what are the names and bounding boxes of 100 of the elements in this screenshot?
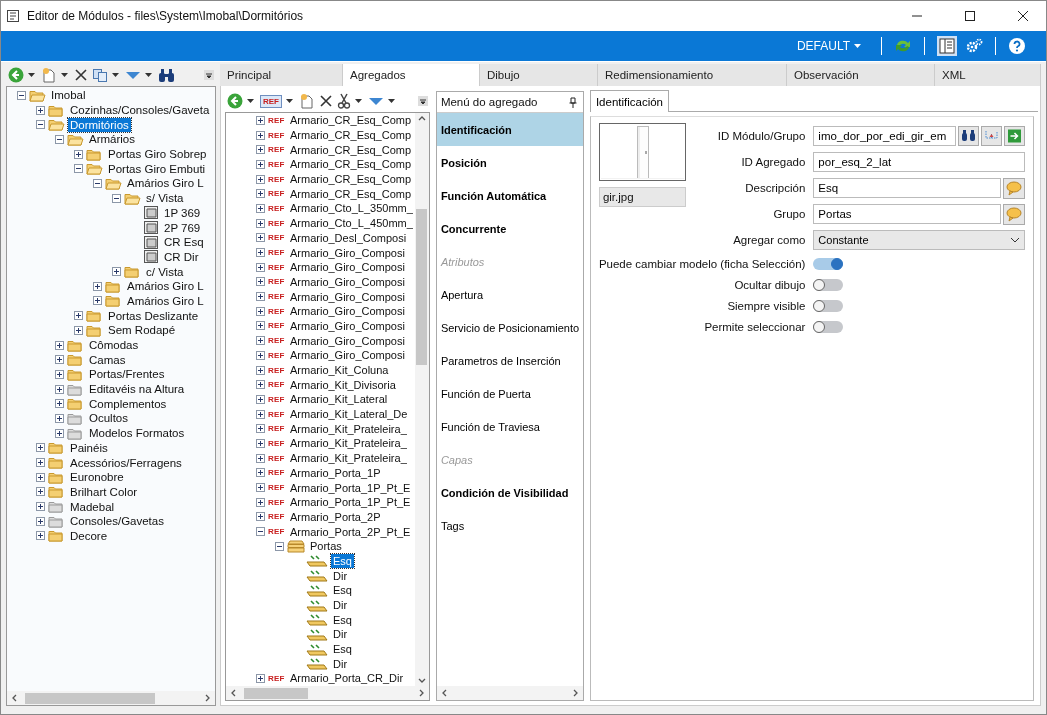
caret-icon[interactable] bbox=[355, 99, 362, 103]
expand-toggle[interactable] bbox=[256, 248, 265, 258]
menu-item[interactable]: Condición de Visibilidad bbox=[436, 476, 583, 509]
tree-item[interactable]: Sem Rodapé bbox=[106, 323, 178, 338]
collapse-toggle[interactable] bbox=[17, 90, 26, 100]
expand-toggle[interactable] bbox=[256, 306, 265, 316]
tree-item[interactable]: Armario_Porta_1P_Pt_E bbox=[288, 480, 413, 495]
tree-item[interactable]: Dir bbox=[331, 656, 350, 671]
tree-item[interactable]: 1P 369 bbox=[162, 205, 203, 220]
toggle-switch[interactable] bbox=[813, 299, 844, 312]
tree-item[interactable]: Armario_Giro_Composi bbox=[288, 304, 407, 319]
speech-bubble-icon[interactable] bbox=[1003, 203, 1026, 225]
expand-toggle[interactable] bbox=[256, 468, 265, 478]
overflow-icon[interactable] bbox=[417, 96, 428, 106]
tree-item[interactable]: Esq bbox=[331, 583, 354, 598]
tree-item[interactable]: Armario_Desl_Composi bbox=[288, 230, 409, 245]
toggle-switch[interactable] bbox=[813, 257, 844, 270]
menu-item[interactable]: Función Automática bbox=[436, 179, 583, 212]
caret-icon[interactable] bbox=[112, 73, 119, 77]
tree-item[interactable]: Cozinhas/Consoles/Gaveta bbox=[68, 103, 212, 118]
tree-item[interactable]: Portas Giro Embuti bbox=[106, 161, 208, 176]
expand-toggle[interactable] bbox=[256, 218, 265, 228]
expand-toggle[interactable] bbox=[55, 384, 64, 394]
tab[interactable]: Redimensionamiento bbox=[598, 64, 787, 86]
menu-item[interactable]: Función de Puerta bbox=[436, 377, 583, 410]
tree-item[interactable]: Armario_Cto_L_350mm_ bbox=[288, 201, 415, 216]
expand-toggle[interactable] bbox=[74, 149, 83, 159]
expand-toggle[interactable] bbox=[256, 277, 265, 287]
tree-item[interactable]: Complementos bbox=[87, 396, 169, 411]
caret-icon[interactable] bbox=[61, 73, 68, 77]
tree-item[interactable]: c/ Vista bbox=[144, 264, 186, 279]
expand-toggle[interactable] bbox=[256, 115, 265, 125]
reference-button[interactable]: REF bbox=[260, 94, 282, 108]
collapse-toggle[interactable] bbox=[275, 541, 284, 551]
expand-toggle[interactable] bbox=[74, 311, 83, 321]
tree-item[interactable]: Acessórios/Ferragens bbox=[68, 455, 184, 470]
tree-item[interactable]: Armario_Giro_Composi bbox=[288, 260, 407, 275]
tree-item[interactable]: Armario_Kit_Divisoria bbox=[288, 377, 398, 392]
expand-toggle[interactable] bbox=[36, 487, 45, 497]
toggle-switch[interactable] bbox=[813, 320, 844, 333]
horizontal-scrollbar[interactable] bbox=[436, 686, 583, 700]
tree-item[interactable]: Euronobre bbox=[68, 470, 126, 485]
tree-item[interactable]: s/ Vista bbox=[144, 191, 186, 206]
expand-toggle[interactable] bbox=[36, 458, 45, 468]
dropdown[interactable]: Constante bbox=[813, 230, 1026, 250]
expand-toggle[interactable] bbox=[256, 497, 265, 507]
tree-item[interactable]: Armario_Kit_Prateleira_ bbox=[288, 451, 409, 466]
pin-icon[interactable] bbox=[568, 96, 577, 108]
delete-icon[interactable] bbox=[319, 94, 333, 108]
tree-item[interactable]: Portas Deslizante bbox=[106, 308, 201, 323]
close-icon[interactable] bbox=[1017, 10, 1029, 22]
caret-icon[interactable] bbox=[145, 73, 152, 77]
expand-toggle[interactable] bbox=[256, 409, 265, 419]
expand-toggle[interactable] bbox=[55, 340, 64, 350]
tree-item[interactable]: Armario_Cto_L_450mm_ bbox=[288, 216, 415, 231]
panel-layout-icon[interactable] bbox=[937, 36, 957, 56]
text-field[interactable]: imo_dor_por_edi_gir_em bbox=[813, 126, 957, 146]
expand-toggle[interactable] bbox=[36, 472, 45, 482]
tree-item[interactable]: Armario_CR_Esq_Comp bbox=[288, 172, 414, 187]
expand-toggle[interactable] bbox=[112, 267, 121, 277]
tree-item[interactable]: Armario_Giro_Composi bbox=[288, 318, 407, 333]
expand-toggle[interactable] bbox=[256, 365, 265, 375]
caret-icon[interactable] bbox=[247, 99, 254, 103]
tree-item[interactable]: Esq bbox=[331, 642, 354, 657]
expand-toggle[interactable] bbox=[256, 159, 265, 169]
collapse-toggle[interactable] bbox=[93, 178, 102, 188]
expand-toggle[interactable] bbox=[55, 355, 64, 365]
collapse-toggle[interactable] bbox=[55, 134, 64, 144]
expand-toggle[interactable] bbox=[256, 174, 265, 184]
binoculars-icon[interactable] bbox=[958, 126, 980, 146]
expand-toggle[interactable] bbox=[36, 443, 45, 453]
menu-item[interactable]: Posición bbox=[436, 146, 583, 179]
tree-item[interactable]: Portas Giro Sobrep bbox=[106, 147, 209, 162]
tree-item[interactable]: Esq bbox=[331, 612, 354, 627]
text-field[interactable]: Esq bbox=[813, 178, 1002, 198]
tree-item[interactable]: Armario_Giro_Composi bbox=[288, 245, 407, 260]
menu-item[interactable]: Tags bbox=[436, 509, 583, 542]
menu-item[interactable]: Función de Traviesa bbox=[436, 410, 583, 443]
speech-bubble-icon[interactable] bbox=[1003, 177, 1026, 199]
tree-item[interactable]: 2P 769 bbox=[162, 220, 203, 235]
expand-toggle[interactable] bbox=[55, 413, 64, 423]
tab[interactable]: Dibujo bbox=[480, 64, 598, 86]
tree-item[interactable]: Modelos Formatos bbox=[87, 426, 187, 441]
tree-item[interactable]: Armario_CR_Esq_Comp bbox=[288, 113, 414, 128]
tree-item[interactable]: Ocultos bbox=[87, 411, 130, 426]
scrollbar-thumb[interactable] bbox=[25, 692, 155, 704]
menu-item[interactable]: Servicio de Posicionamiento bbox=[436, 311, 583, 344]
tree-item[interactable]: Armários bbox=[87, 132, 137, 147]
caret-icon[interactable] bbox=[28, 73, 35, 77]
tree-item[interactable]: Armario_Giro_Composi bbox=[288, 333, 407, 348]
tree-item[interactable]: Armario_Kit_Prateleira_ bbox=[288, 436, 409, 451]
tree-item[interactable]: Madebal bbox=[68, 499, 117, 514]
expand-toggle[interactable] bbox=[256, 424, 265, 434]
menu-item[interactable]: Parametros de Inserción bbox=[436, 344, 583, 377]
expand-toggle[interactable] bbox=[74, 325, 83, 335]
tree-item[interactable]: Editavéis na Altura bbox=[87, 382, 187, 397]
expand-toggle[interactable] bbox=[93, 281, 102, 291]
collapse-toggle[interactable] bbox=[74, 164, 83, 174]
tab[interactable]: Identificación bbox=[589, 90, 669, 112]
help-icon[interactable] bbox=[1008, 37, 1026, 55]
